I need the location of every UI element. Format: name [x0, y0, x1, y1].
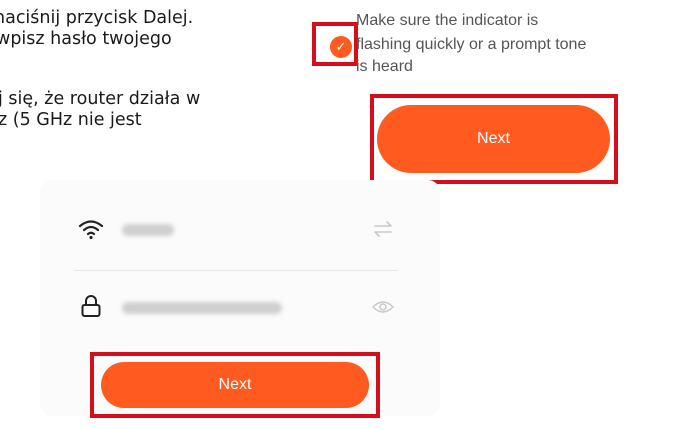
ssid-value-blurred[interactable]: [122, 224, 174, 236]
eye-icon[interactable]: [372, 299, 394, 315]
password-value-blurred[interactable]: [122, 302, 282, 314]
lock-icon: [81, 295, 101, 317]
password-row[interactable]: [74, 292, 398, 332]
instruction-line-2: wpisz hasło twojego: [0, 29, 172, 49]
instruction-line-4: z (5 GHz nie jest: [0, 110, 142, 130]
ssid-row[interactable]: [74, 214, 398, 254]
confirm-line-2: flashing quickly or a prompt tone: [356, 36, 587, 53]
instruction-line-3: j się, że router działa w: [0, 89, 201, 109]
swap-arrows-icon[interactable]: [372, 220, 394, 238]
wifi-icon: [78, 220, 104, 240]
highlight-frame-next-bottom: [90, 352, 380, 418]
confirm-line-1: Make sure the indicator is: [356, 12, 539, 29]
form-divider: [74, 270, 398, 271]
highlight-frame-checkbox: [312, 22, 358, 66]
instruction-text: naciśnij przycisk Dalej. wpisz hasło two…: [0, 0, 340, 160]
highlight-frame-next-top: [370, 94, 618, 184]
instruction-line-1: naciśnij przycisk Dalej.: [0, 8, 194, 28]
confirm-line-3: is heard: [356, 58, 413, 75]
